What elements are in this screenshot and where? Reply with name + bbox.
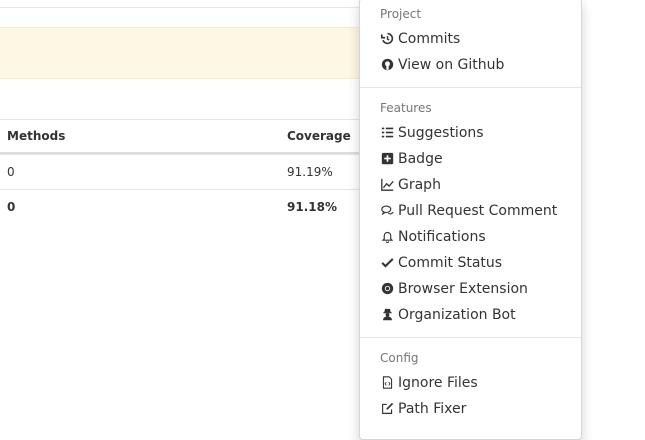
history-icon: [380, 32, 394, 46]
user-secret-icon: [380, 308, 394, 322]
section-header-project: Project: [380, 7, 422, 21]
menu-item-label: View on Github: [398, 57, 505, 73]
file-code-icon: [380, 376, 394, 390]
table-header: Methods Coverage: [0, 119, 360, 154]
table-row-total: 0 91.18%: [0, 189, 360, 224]
dropdown-menu: Project Commits View on Github Features …: [359, 0, 582, 440]
list-icon: [380, 126, 394, 140]
line-chart-icon: [380, 178, 394, 192]
menu-item-graph[interactable]: Graph: [380, 175, 441, 195]
menu-item-label: Badge: [398, 151, 443, 167]
menu-item-partial[interactable]: [380, 425, 398, 439]
edit-icon: [380, 402, 394, 416]
menu-item-suggestions[interactable]: Suggestions: [380, 123, 484, 143]
menu-item-label: Pull Request Comment: [398, 203, 558, 219]
menu-item-label: Organization Bot: [398, 307, 516, 323]
menu-item-browser-extension[interactable]: Browser Extension: [380, 279, 528, 299]
menu-item-label: Ignore Files: [398, 375, 478, 391]
menu-item-label: Commits: [398, 31, 461, 47]
table-row: 0 91.19%: [0, 154, 360, 189]
comments-icon: [380, 204, 394, 218]
bell-icon: [380, 230, 394, 244]
menu-item-label: Commit Status: [398, 255, 503, 271]
menu-divider: [360, 87, 581, 88]
section-header-config: Config: [380, 351, 419, 365]
menu-divider: [360, 337, 581, 338]
menu-item-badge[interactable]: Badge: [380, 149, 443, 169]
menu-item-organization-bot[interactable]: Organization Bot: [380, 305, 516, 325]
menu-item-ignore-files[interactable]: Ignore Files: [380, 373, 478, 393]
menu-item-commits[interactable]: Commits: [380, 29, 460, 49]
top-divider: [0, 7, 360, 8]
header-coverage[interactable]: Coverage: [287, 120, 351, 152]
menu-item-label: Browser Extension: [398, 281, 528, 297]
menu-item-view-on-github[interactable]: View on Github: [380, 55, 504, 75]
notice-banner: [0, 27, 360, 79]
menu-item-label: Path Fixer: [398, 401, 467, 417]
chrome-icon: [380, 282, 394, 296]
coverage-table: Methods Coverage 0 91.19% 0 91.18%: [0, 119, 360, 224]
row-coverage: 91.19%: [287, 165, 333, 179]
menu-item-path-fixer[interactable]: Path Fixer: [380, 399, 466, 419]
unknown-icon: [380, 428, 394, 439]
row-methods: 0: [7, 200, 16, 214]
row-coverage: 91.18%: [287, 200, 337, 214]
menu-item-label: Graph: [398, 177, 441, 193]
menu-item-label: Suggestions: [398, 125, 484, 141]
menu-item-commit-status[interactable]: Commit Status: [380, 253, 502, 273]
section-header-features: Features: [380, 101, 432, 115]
plus-square-icon: [380, 152, 394, 166]
menu-item-label: Notifications: [398, 229, 486, 245]
header-methods[interactable]: Methods: [7, 120, 65, 152]
row-methods: 0: [7, 165, 15, 179]
github-icon: [380, 58, 394, 72]
check-icon: [380, 256, 394, 270]
menu-item-pull-request-comment[interactable]: Pull Request Comment: [380, 201, 557, 221]
menu-item-notifications[interactable]: Notifications: [380, 227, 486, 247]
